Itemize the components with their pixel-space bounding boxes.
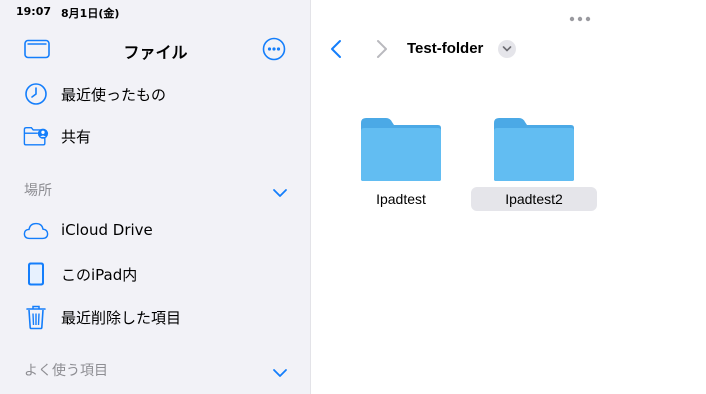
chevron-down-icon[interactable] xyxy=(272,364,288,377)
folder-item[interactable]: Ipadtest2 xyxy=(471,117,597,227)
folder-name: Ipadtest xyxy=(376,191,426,207)
sidebar-item-shared[interactable]: 共有 xyxy=(0,115,311,155)
sidebar-item-recently-deleted[interactable]: 最近削除した項目 xyxy=(0,296,311,336)
folder-icon xyxy=(359,117,443,183)
sidebar-item-on-my-ipad[interactable]: このiPad内 xyxy=(0,253,311,293)
sidebar-item-label: iCloud Drive xyxy=(61,221,153,239)
folder-icon xyxy=(492,117,576,183)
status-date: 8月1日(金) xyxy=(61,7,120,20)
sidebar-item-label: 最近使ったもの xyxy=(61,86,167,104)
sidebar: 19:07 8月1日(金) ファイル 最近使ったもの 共有 場所 iCloud … xyxy=(0,0,311,394)
title-menu-chevron-icon[interactable] xyxy=(498,40,516,58)
multitasking-dots-icon[interactable] xyxy=(568,8,592,22)
status-bar: 19:07 8月1日(金) xyxy=(16,5,119,21)
more-options-icon[interactable] xyxy=(262,37,286,61)
folder-item[interactable]: Ipadtest xyxy=(338,117,464,227)
shared-folder-icon xyxy=(23,124,49,148)
sidebar-item-label: 共有 xyxy=(61,128,92,146)
back-chevron-icon[interactable] xyxy=(329,39,343,59)
sidebar-item-icloud-drive[interactable]: iCloud Drive xyxy=(0,210,311,250)
clock-icon xyxy=(23,82,49,106)
sidebar-header: ファイル xyxy=(0,30,311,68)
chevron-down-icon[interactable] xyxy=(272,184,288,197)
sidebar-item-recents[interactable]: 最近使ったもの xyxy=(0,73,311,113)
forward-chevron-icon[interactable] xyxy=(375,39,389,59)
trash-icon xyxy=(23,305,49,330)
folder-title[interactable]: Test-folder xyxy=(407,40,483,57)
ipad-icon xyxy=(23,262,49,286)
sidebar-item-label: このiPad内 xyxy=(61,266,138,284)
status-time: 19:07 xyxy=(16,5,52,18)
folder-name: Ipadtest2 xyxy=(471,187,597,211)
section-header-favorites: よく使う項目 xyxy=(24,363,108,379)
section-header-locations: 場所 xyxy=(24,183,52,199)
cloud-icon xyxy=(23,219,49,243)
sidebar-item-label: 最近削除した項目 xyxy=(61,309,182,327)
